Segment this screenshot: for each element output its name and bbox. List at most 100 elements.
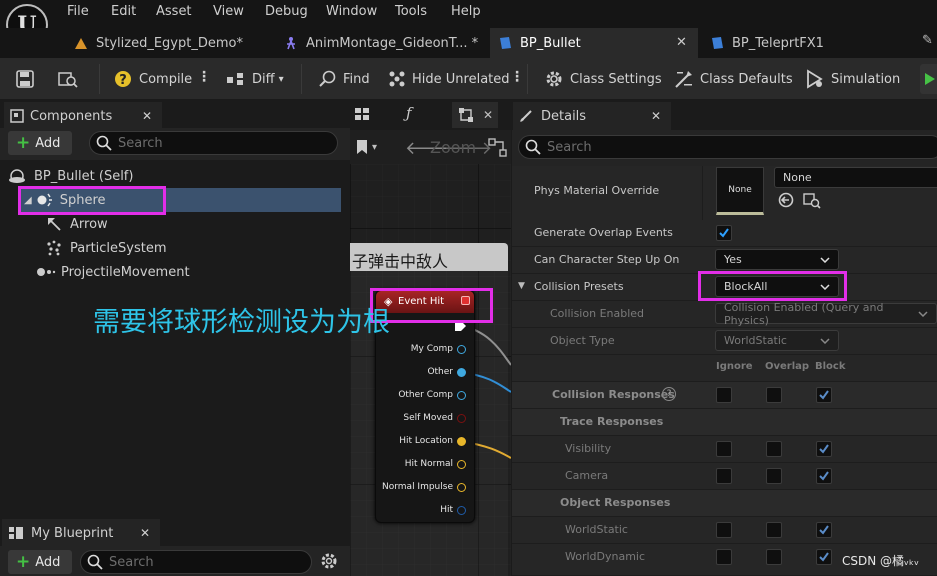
comment-box-header[interactable]: 子弹击中敌人 [350,243,508,271]
generate-overlap-checkbox[interactable] [716,225,732,241]
worldstatic-block-checkbox[interactable] [816,522,832,538]
close-icon[interactable]: ✕ [676,35,687,50]
my-blueprint-search-input[interactable]: Search [80,550,312,574]
close-icon[interactable]: ✕ [140,526,150,540]
pin-hit-normal[interactable]: Hit Normal [405,457,466,471]
my-blueprint-title: My Blueprint [31,525,114,541]
menu-edit[interactable]: Edit [111,4,136,19]
visibility-ignore-checkbox[interactable] [716,441,732,457]
more-options-icon[interactable]: ⋮ [510,69,524,85]
close-icon[interactable]: ✕ [651,109,661,123]
graph-overview-icon[interactable] [488,138,508,161]
pin-tab-icon[interactable]: ✎ [922,33,933,48]
pin-circle-icon [457,436,466,446]
hide-unrelated-button[interactable]: Hide Unrelated [388,68,510,90]
menu-asset[interactable]: Asset [156,4,192,19]
collision-overlap-checkbox[interactable] [766,387,782,403]
worlddynamic-block-checkbox[interactable] [816,549,832,565]
tab-stylized-egypt-demo[interactable]: Stylized_Egypt_Demo* [66,28,266,58]
phys-material-thumbnail[interactable]: None [716,167,764,215]
phys-material-picker[interactable]: None [774,167,937,188]
tree-item-particlesystem[interactable]: ParticleSystem [46,236,336,260]
menu-view[interactable]: View [213,4,244,19]
compile-options-icon[interactable]: ⋮ [197,69,211,85]
event-hit-node[interactable]: ◈ Event Hit My Comp Other Other Comp Sel… [375,290,475,523]
expand-arrow-icon[interactable]: ▼ [518,281,525,291]
tab-anim-montage[interactable]: AnimMontage_GideonT... * [276,28,486,58]
add-label: Add [35,135,61,151]
highlight-box-sphere [18,186,166,215]
menu-help[interactable]: Help [451,4,481,19]
camera-overlap-checkbox[interactable] [766,468,782,484]
save-button[interactable] [16,68,40,90]
worldstatic-overlap-checkbox[interactable] [766,522,782,538]
object-type-dropdown[interactable]: WorldStatic [715,330,839,351]
browse-asset-icon[interactable] [803,192,821,213]
worldstatic-ignore-checkbox[interactable] [716,522,732,538]
menu-file[interactable]: File [67,4,89,19]
tab-bp-teleprtfx1[interactable]: BP_TeleprtFX1 [702,28,902,58]
use-selected-arrow-icon[interactable] [778,192,794,211]
tree-item-label: ProjectileMovement [61,264,190,280]
save-icon [16,70,34,88]
camera-ignore-checkbox[interactable] [716,468,732,484]
menu-window[interactable]: Window [326,4,377,19]
phys-material-value: None [783,171,812,184]
visibility-overlap-checkbox[interactable] [766,441,782,457]
pin-self-moved[interactable]: Self Moved [403,411,466,425]
collision-block-checkbox[interactable] [816,387,832,403]
tree-item-arrow[interactable]: Arrow [46,212,336,236]
gear-icon [546,71,562,87]
components-scrollbar[interactable] [342,166,348,516]
pin-hit-location[interactable]: Hit Location [399,434,466,448]
add-component-button[interactable]: + Add [8,131,72,155]
play-button[interactable] [920,64,937,94]
tab-label: Stylized_Egypt_Demo* [96,35,243,51]
class-settings-button[interactable]: Class Settings [544,68,662,90]
settings-gear-icon[interactable] [320,552,338,573]
diff-button[interactable]: Diff ▾ [226,68,284,90]
worlddynamic-overlap-checkbox[interactable] [766,549,782,565]
tree-item-projectilemovement[interactable]: ProjectileMovement [36,260,336,284]
my-blueprint-tab[interactable]: My Blueprint ✕ [2,519,160,547]
pin-hit[interactable]: Hit [440,503,466,517]
camera-block-checkbox[interactable] [816,468,832,484]
pin-other[interactable]: Other [427,365,466,379]
csdn-watermark: CSDN @橘ᵥₖᵥ [842,554,920,568]
components-icon [10,109,24,123]
components-search-input[interactable]: Search [89,131,338,155]
details-search-input[interactable]: Search [518,135,937,159]
comment-title: 子弹击中敌人 [352,252,449,271]
worlddynamic-ignore-checkbox[interactable] [716,549,732,565]
visibility-block-checkbox[interactable] [816,441,832,457]
toolbar-divider [527,64,528,94]
step-up-dropdown[interactable]: Yes [715,249,839,270]
pin-normal-impulse[interactable]: Normal Impulse [382,480,466,494]
close-icon[interactable]: ✕ [483,108,493,122]
close-icon[interactable]: ✕ [142,109,152,123]
details-icon [520,110,532,122]
my-blueprint-add-button[interactable]: + Add [8,550,72,574]
tab-bp-bullet[interactable]: BP_Bullet ✕ [490,28,698,58]
details-tab[interactable]: Details ✕ [513,102,671,130]
simulation-button[interactable]: Simulation [805,68,900,90]
browse-asset-button[interactable] [58,68,84,90]
tree-root-self[interactable]: BP_Bullet (Self) [8,164,338,188]
find-button[interactable]: Find [319,68,370,90]
pin-other-comp[interactable]: Other Comp [398,388,466,402]
collision-ignore-checkbox[interactable] [716,387,732,403]
event-graph-icon [458,107,474,126]
components-tab[interactable]: Components ✕ [4,102,162,130]
menu-tools[interactable]: Tools [395,4,427,19]
function-tab-icon[interactable]: ƒ [406,104,412,122]
menu-debug[interactable]: Debug [265,4,308,19]
collision-enabled-dropdown[interactable]: Collision Enabled (Query and Physics) [715,301,937,327]
help-icon[interactable]: ? [662,387,676,401]
bookmark-button[interactable]: ▾ [356,139,377,155]
pin-my-comp[interactable]: My Comp [411,342,466,356]
compile-button[interactable]: ? Compile [113,68,192,90]
my-blueprint-icon [9,527,23,539]
graph-tab-icon[interactable] [354,107,370,124]
class-defaults-button[interactable]: Class Defaults [674,68,793,90]
level-icon [74,36,88,50]
